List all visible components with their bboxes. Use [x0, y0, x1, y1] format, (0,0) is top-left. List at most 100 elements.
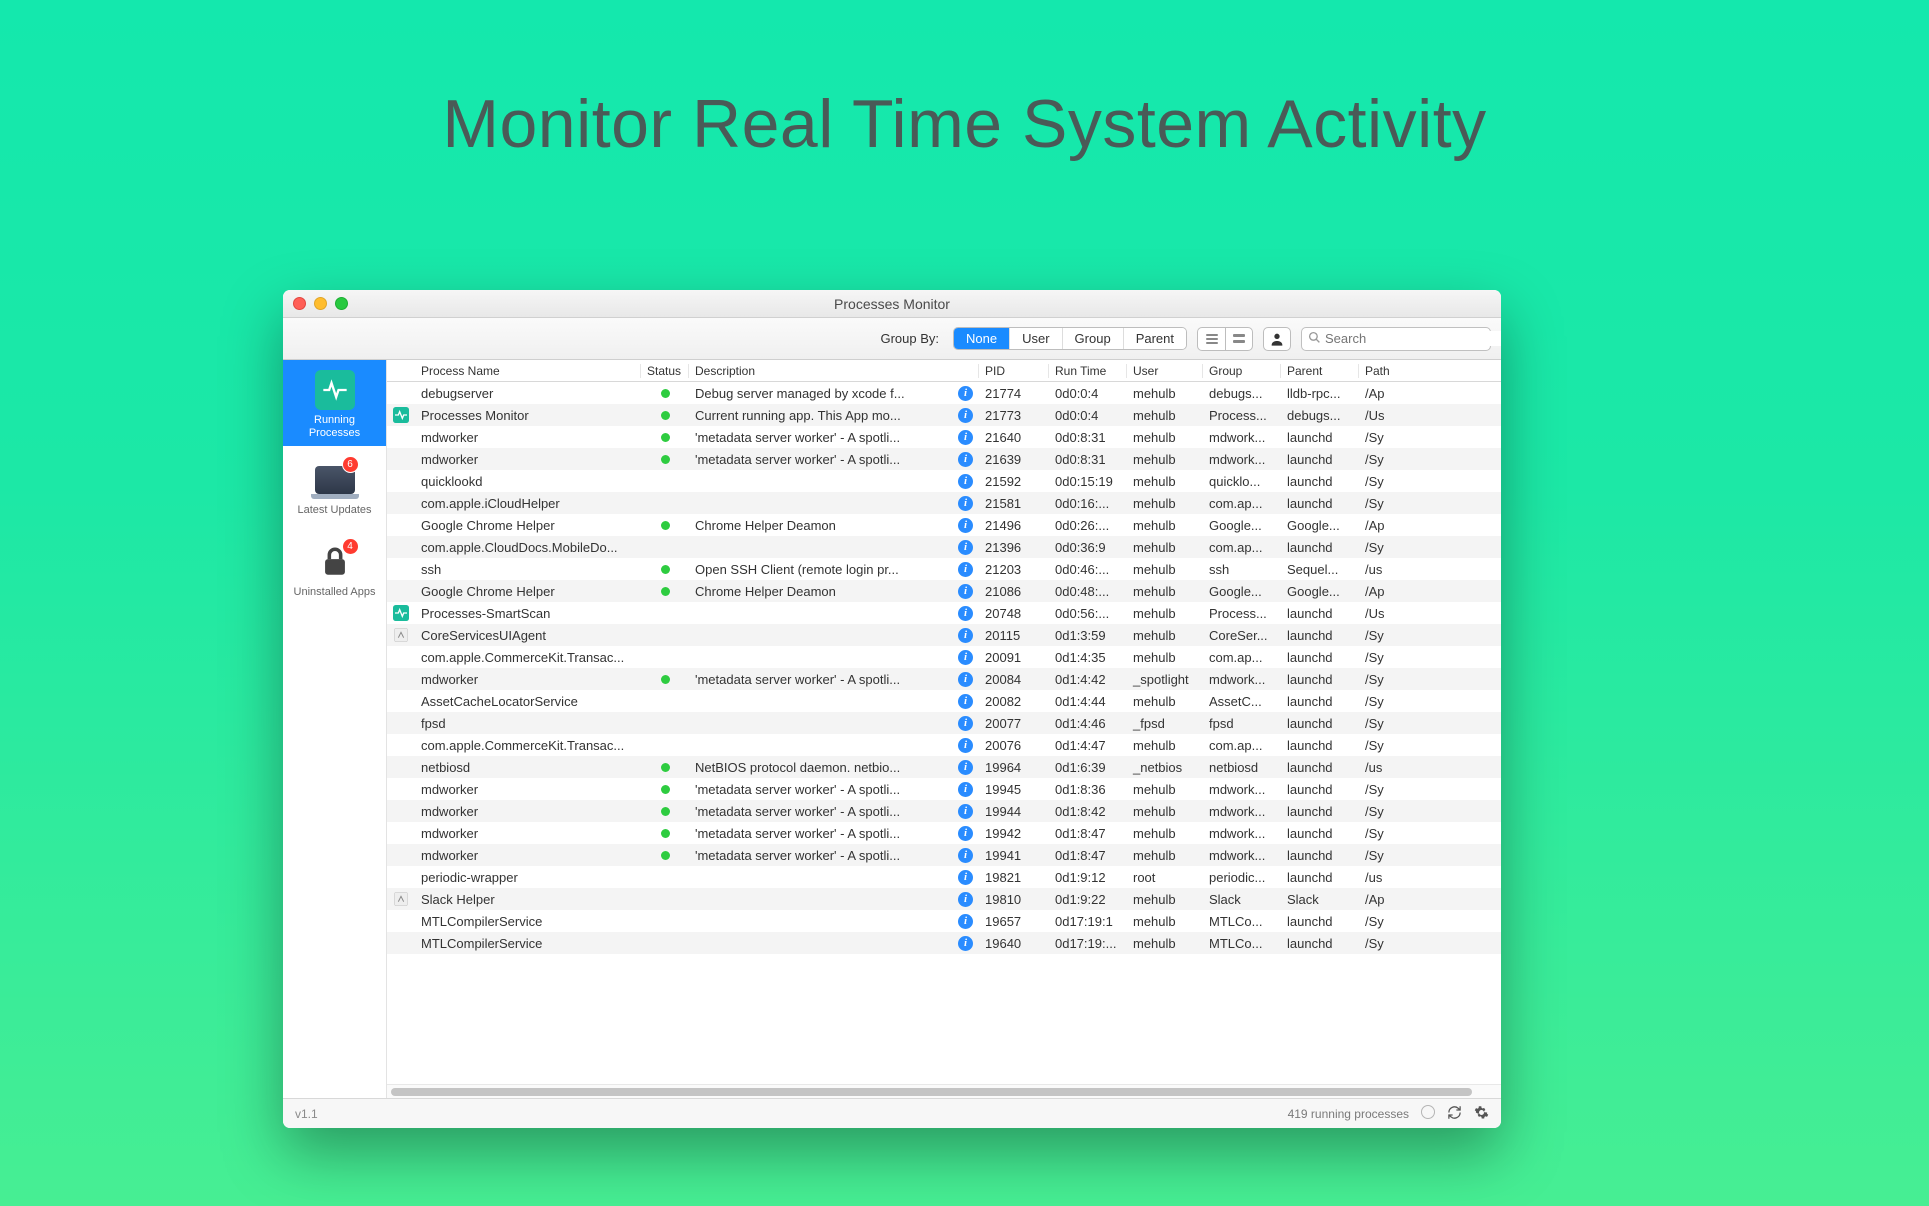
- sidebar-item-label: Running Processes: [291, 414, 378, 440]
- col-status[interactable]: Status: [641, 364, 689, 378]
- table-row[interactable]: Processes-SmartScani207480d0:56:...mehul…: [387, 602, 1501, 624]
- info-icon[interactable]: i: [958, 804, 973, 819]
- cell-parent: launchd: [1281, 650, 1359, 665]
- table-row[interactable]: com.apple.CommerceKit.Transac...i200910d…: [387, 646, 1501, 668]
- table-row[interactable]: Google Chrome HelperChrome Helper Deamon…: [387, 580, 1501, 602]
- table-row[interactable]: MTLCompilerServicei196570d17:19:1mehulbM…: [387, 910, 1501, 932]
- info-icon[interactable]: i: [958, 892, 973, 907]
- cell-status: [641, 851, 689, 860]
- info-icon[interactable]: i: [958, 738, 973, 753]
- cell-description: 'metadata server worker' - A spotli...i: [689, 782, 979, 797]
- cell-description: Open SSH Client (remote login pr...i: [689, 562, 979, 577]
- cell-runtime: 0d0:8:31: [1049, 430, 1127, 445]
- info-icon[interactable]: i: [958, 606, 973, 621]
- info-icon[interactable]: i: [958, 694, 973, 709]
- info-icon[interactable]: i: [958, 386, 973, 401]
- table-row[interactable]: mdworker'metadata server worker' - A spo…: [387, 668, 1501, 690]
- info-icon[interactable]: i: [958, 562, 973, 577]
- table-row[interactable]: sshOpen SSH Client (remote login pr...i2…: [387, 558, 1501, 580]
- table-row[interactable]: CoreServicesUIAgenti201150d1:3:59mehulbC…: [387, 624, 1501, 646]
- groupby-none[interactable]: None: [954, 328, 1010, 349]
- sidebar-item-uninstalled-apps[interactable]: 4 Uninstalled Apps: [283, 528, 386, 609]
- sidebar-item-running-processes[interactable]: Running Processes: [283, 360, 386, 446]
- table-row[interactable]: debugserverDebug server managed by xcode…: [387, 382, 1501, 404]
- col-user[interactable]: User: [1127, 364, 1203, 378]
- sidebar-item-latest-updates[interactable]: 6 Latest Updates: [283, 446, 386, 527]
- col-description[interactable]: Description: [689, 364, 979, 378]
- table-row[interactable]: Slack Helperi198100d1:9:22mehulbSlackSla…: [387, 888, 1501, 910]
- info-icon[interactable]: i: [958, 650, 973, 665]
- search-field[interactable]: [1301, 327, 1491, 351]
- cell-description: i: [689, 496, 979, 511]
- info-icon[interactable]: i: [958, 826, 973, 841]
- cell-group: mdwork...: [1203, 452, 1281, 467]
- cell-user: _netbios: [1127, 760, 1203, 775]
- table-row[interactable]: AssetCacheLocatorServicei200820d1:4:44me…: [387, 690, 1501, 712]
- table-row[interactable]: mdworker'metadata server worker' - A spo…: [387, 844, 1501, 866]
- table-row[interactable]: periodic-wrapperi198210d1:9:12rootperiod…: [387, 866, 1501, 888]
- table-row[interactable]: MTLCompilerServicei196400d17:19:...mehul…: [387, 932, 1501, 954]
- groupby-label: Group By:: [880, 331, 939, 346]
- table-row[interactable]: quicklookdi215920d0:15:19mehulbquicklo..…: [387, 470, 1501, 492]
- info-icon[interactable]: i: [958, 760, 973, 775]
- cell-process-name: CoreServicesUIAgent: [415, 628, 641, 643]
- table-row[interactable]: fpsdi200770d1:4:46_fpsdfpsdlaunchd/Sy: [387, 712, 1501, 734]
- table-row[interactable]: com.apple.iCloudHelperi215810d0:16:...me…: [387, 492, 1501, 514]
- groupby-user[interactable]: User: [1010, 328, 1062, 349]
- info-icon[interactable]: i: [958, 716, 973, 731]
- info-icon[interactable]: i: [958, 672, 973, 687]
- table-row[interactable]: Processes MonitorCurrent running app. Th…: [387, 404, 1501, 426]
- cell-runtime: 0d0:8:31: [1049, 452, 1127, 467]
- col-parent[interactable]: Parent: [1281, 364, 1359, 378]
- table-row[interactable]: mdworker'metadata server worker' - A spo…: [387, 778, 1501, 800]
- col-runtime[interactable]: Run Time: [1049, 364, 1127, 378]
- cell-user: mehulb: [1127, 694, 1203, 709]
- info-icon[interactable]: i: [958, 496, 973, 511]
- table-body[interactable]: debugserverDebug server managed by xcode…: [387, 382, 1501, 1084]
- scrollbar-thumb[interactable]: [391, 1088, 1472, 1096]
- cell-pid: 21496: [979, 518, 1049, 533]
- horizontal-scrollbar[interactable]: [387, 1084, 1501, 1098]
- info-icon[interactable]: i: [958, 936, 973, 951]
- reload-button[interactable]: [1447, 1105, 1462, 1123]
- col-group[interactable]: Group: [1203, 364, 1281, 378]
- process-count: 419 running processes: [1288, 1107, 1409, 1121]
- cell-pid: 19657: [979, 914, 1049, 929]
- col-path[interactable]: Path: [1359, 364, 1405, 378]
- table-row[interactable]: mdworker'metadata server worker' - A spo…: [387, 426, 1501, 448]
- info-icon[interactable]: i: [958, 430, 973, 445]
- table-row[interactable]: netbiosdNetBIOS protocol daemon. netbio.…: [387, 756, 1501, 778]
- col-pid[interactable]: PID: [979, 364, 1049, 378]
- view-compact-button[interactable]: [1197, 327, 1225, 351]
- cell-pid: 20082: [979, 694, 1049, 709]
- table-row[interactable]: mdworker'metadata server worker' - A spo…: [387, 822, 1501, 844]
- groupby-parent[interactable]: Parent: [1124, 328, 1186, 349]
- info-icon[interactable]: i: [958, 782, 973, 797]
- info-icon[interactable]: i: [958, 518, 973, 533]
- settings-button[interactable]: [1474, 1105, 1489, 1123]
- info-icon[interactable]: i: [958, 914, 973, 929]
- info-icon[interactable]: i: [958, 452, 973, 467]
- table-row[interactable]: mdworker'metadata server worker' - A spo…: [387, 800, 1501, 822]
- table-row[interactable]: Google Chrome HelperChrome Helper Deamon…: [387, 514, 1501, 536]
- table-row[interactable]: com.apple.CloudDocs.MobileDo...i213960d0…: [387, 536, 1501, 558]
- info-icon[interactable]: i: [958, 408, 973, 423]
- cell-description: i: [689, 936, 979, 951]
- info-icon[interactable]: i: [958, 628, 973, 643]
- info-icon[interactable]: i: [958, 474, 973, 489]
- search-input[interactable]: [1325, 331, 1501, 346]
- info-icon[interactable]: i: [958, 870, 973, 885]
- info-icon[interactable]: i: [958, 848, 973, 863]
- info-icon[interactable]: i: [958, 584, 973, 599]
- user-filter-button[interactable]: [1263, 327, 1291, 351]
- groupby-group[interactable]: Group: [1063, 328, 1124, 349]
- table-row[interactable]: mdworker'metadata server worker' - A spo…: [387, 448, 1501, 470]
- col-process-name[interactable]: Process Name: [415, 364, 641, 378]
- cell-user: mehulb: [1127, 606, 1203, 621]
- cell-path: /Sy: [1359, 848, 1405, 863]
- info-icon[interactable]: i: [958, 540, 973, 555]
- table-row[interactable]: com.apple.CommerceKit.Transac...i200760d…: [387, 734, 1501, 756]
- view-expanded-button[interactable]: [1225, 327, 1253, 351]
- cell-parent: launchd: [1281, 672, 1359, 687]
- cell-parent: launchd: [1281, 540, 1359, 555]
